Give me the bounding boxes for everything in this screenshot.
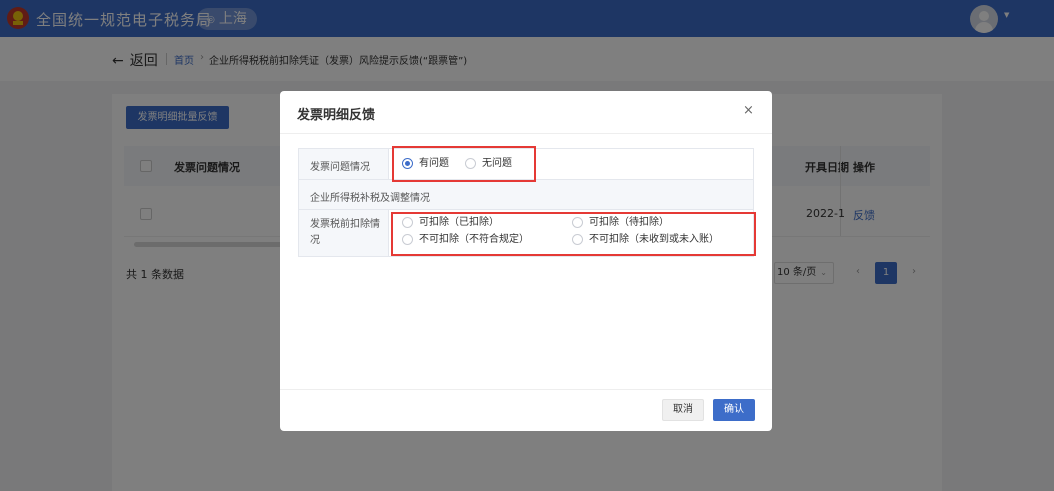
tax-adjustment-section-label: 企业所得税补税及调整情况 — [310, 193, 430, 204]
problem-status-label: 发票问题情况 — [310, 162, 370, 173]
dialog-header-divider — [280, 133, 772, 134]
cancel-button[interactable]: 取消 — [662, 399, 704, 421]
highlight-box-problem-status — [392, 146, 536, 182]
confirm-button[interactable]: 确认 — [713, 399, 755, 421]
dialog-footer-divider — [280, 389, 772, 390]
deduction-status-label: 发票税前扣除情况 — [310, 219, 380, 246]
highlight-box-deduction-status — [391, 212, 756, 256]
close-icon[interactable]: × — [743, 103, 754, 118]
invoice-feedback-dialog: 发票明细反馈 × 发票问题情况 有问题 无问题 企业所得税补税及调整情况 发票税… — [280, 91, 772, 431]
form-row-tax-adjustment: 企业所得税补税及调整情况 — [299, 180, 753, 210]
dialog-title: 发票明细反馈 — [297, 108, 376, 123]
